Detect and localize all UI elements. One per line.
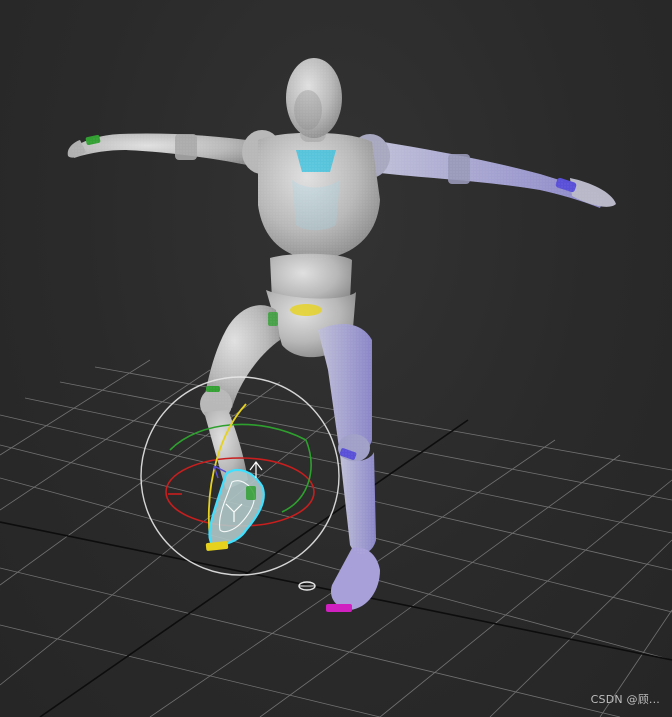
toe-left-marker [205, 541, 229, 551]
foot-left-green-marker [246, 486, 256, 500]
grid-axis-lines [0, 419, 672, 717]
watermark-text: CSDN @顾... [590, 693, 660, 706]
foot-right-marker [326, 604, 352, 612]
selected-foot-left[interactable] [205, 461, 265, 551]
world-origin-icon [298, 581, 316, 591]
pelvis-marker [290, 304, 322, 316]
foot-right[interactable] [330, 547, 380, 610]
perspective-viewport[interactable]: CSDN @顾... [0, 0, 672, 717]
scene-canvas[interactable] [0, 0, 672, 717]
